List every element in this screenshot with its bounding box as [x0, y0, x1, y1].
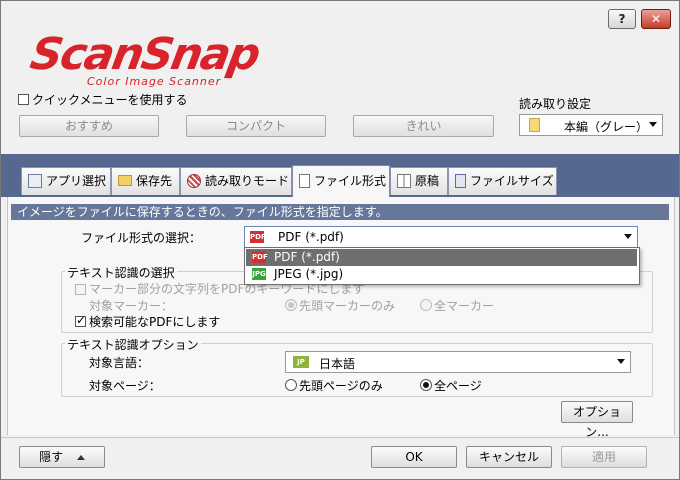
dropdown-option-jpeg[interactable]: JPG JPEG (*.jpg) — [246, 266, 637, 283]
file-icon — [299, 173, 310, 188]
option-label: PDF (*.pdf) — [274, 250, 340, 264]
text-recognition-legend: テキスト認識の選択 — [65, 264, 177, 281]
tab-file-format[interactable]: ファイル形式 — [292, 165, 390, 197]
tab-save-location[interactable]: 保存先 — [111, 167, 180, 195]
pdf-icon: PDF — [250, 231, 266, 243]
language-label: 対象言語： — [89, 356, 150, 370]
preset-recommended-button[interactable]: おすすめ — [19, 115, 159, 137]
marker-keyword-checkbox[interactable] — [75, 284, 86, 295]
chevron-down-icon — [617, 359, 625, 364]
footer-divider — [1, 437, 679, 438]
tab-label: 読み取りモード — [205, 174, 290, 188]
file-size-icon — [455, 173, 466, 188]
jpeg-icon: JPG — [252, 267, 266, 280]
app-select-icon — [28, 173, 42, 188]
target-marker-label: 対象マーカー： — [89, 299, 174, 313]
chevron-up-icon — [76, 455, 85, 460]
logo-brand: ScanSnap — [26, 29, 263, 80]
file-format-label: ファイル形式の選択： — [81, 231, 202, 245]
ok-button[interactable]: OK — [371, 446, 457, 468]
tab-label: 原稿 — [415, 174, 440, 188]
scan-settings-value: 本編（グレー） — [564, 120, 649, 134]
tab-label: ファイルサイズ — [470, 174, 554, 188]
option-label: JPEG (*.jpg) — [274, 267, 344, 281]
hide-button[interactable]: 隠す — [19, 446, 105, 468]
description-bar: イメージをファイルに保存するときの、ファイル形式を指定します。 — [11, 204, 669, 220]
options-button[interactable]: オプション... — [561, 401, 633, 439]
all-pages-radio[interactable] — [420, 379, 432, 391]
japanese-flag-icon: JP — [293, 356, 309, 368]
language-value: 日本語 — [319, 357, 356, 371]
language-select[interactable]: JP 日本語 — [285, 351, 631, 373]
tab-document[interactable]: 原稿 — [390, 167, 448, 195]
chevron-down-icon — [649, 122, 657, 127]
tab-label: 保存先 — [136, 174, 173, 188]
file-format-dropdown-list: PDF PDF (*.pdf) JPG JPEG (*.jpg) — [244, 247, 640, 285]
scan-settings-label: 読み取り設定 — [519, 97, 592, 111]
marker-first-label: 先頭マーカーのみ — [299, 299, 396, 313]
preset-compact-button[interactable]: コンパクト — [186, 115, 326, 137]
preset-fine-button[interactable]: きれい — [353, 115, 494, 137]
scansnap-logo: ScanSnap Color Image Scanner — [27, 29, 263, 88]
marker-first-radio[interactable] — [285, 299, 297, 311]
scan-settings-combo[interactable]: 本編（グレー） — [519, 114, 663, 136]
file-format-value: PDF (*.pdf) — [278, 230, 344, 244]
tab-app-select[interactable]: アプリ選択 — [21, 167, 111, 195]
document-icon — [397, 173, 411, 188]
scansnap-settings-window: ? ✕ ScanSnap Color Image Scanner クイックメニュ… — [0, 0, 680, 480]
marker-all-radio[interactable] — [420, 299, 432, 311]
chevron-down-icon — [624, 234, 632, 239]
hide-label: 隠す — [39, 450, 64, 464]
quick-menu-checkbox[interactable] — [18, 94, 29, 105]
searchable-pdf-label[interactable]: 検索可能なPDFにします — [89, 313, 220, 330]
apply-button[interactable]: 適用 — [561, 446, 647, 468]
searchable-pdf-checkbox[interactable] — [75, 313, 86, 327]
tab-label: ファイル形式 — [314, 174, 387, 188]
first-page-label[interactable]: 先頭ページのみ — [299, 377, 383, 394]
folder-icon — [118, 175, 132, 186]
pdf-icon: PDF — [252, 250, 268, 263]
scan-mode-icon — [187, 173, 201, 188]
text-options-legend: テキスト認識オプション — [65, 336, 201, 353]
tab-file-size[interactable]: ファイルサイズ — [448, 167, 557, 195]
cancel-button[interactable]: キャンセル — [466, 446, 552, 468]
all-pages-label[interactable]: 全ページ — [434, 377, 482, 394]
first-page-radio[interactable] — [285, 379, 297, 391]
marker-all-label: 全マーカー — [434, 299, 495, 313]
note-icon — [529, 118, 540, 132]
tab-scan-mode[interactable]: 読み取りモード — [180, 167, 292, 195]
help-button[interactable]: ? — [608, 9, 636, 29]
tab-label: アプリ選択 — [46, 174, 107, 188]
quick-menu-label[interactable]: クイックメニューを使用する — [32, 91, 188, 108]
file-format-select[interactable]: PDF PDF (*.pdf) — [244, 226, 638, 248]
close-button[interactable]: ✕ — [641, 9, 671, 29]
dropdown-option-pdf[interactable]: PDF PDF (*.pdf) — [246, 249, 637, 266]
logo-tagline: Color Image Scanner — [87, 75, 222, 88]
page-label: 対象ページ： — [89, 379, 161, 393]
